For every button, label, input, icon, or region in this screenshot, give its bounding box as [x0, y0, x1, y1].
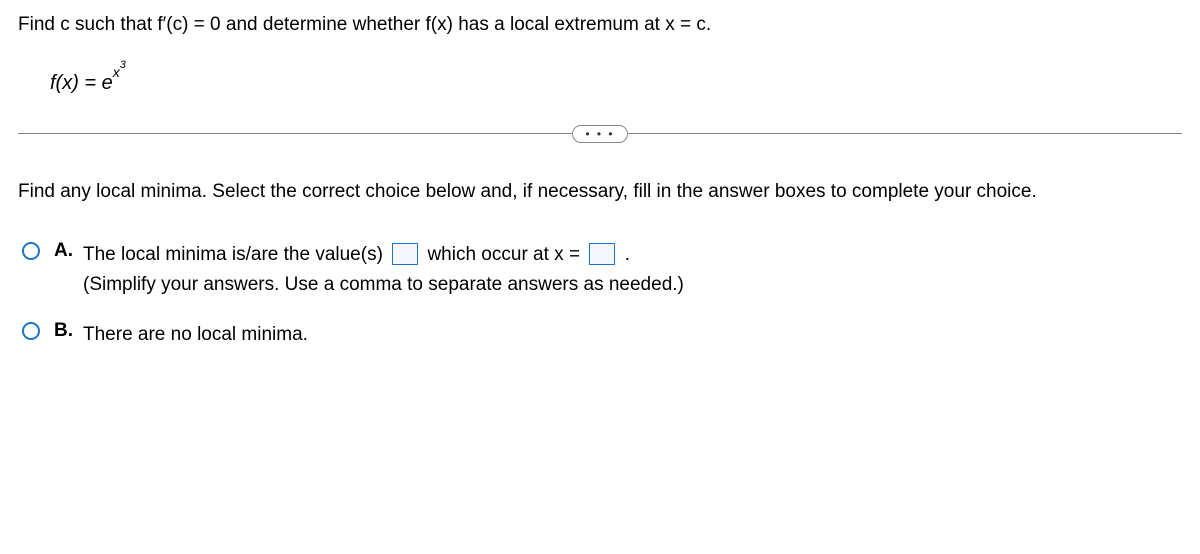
divider-line-right [628, 133, 1182, 134]
divider-line-left [18, 133, 572, 134]
instruction-text: Find any local minima. Select the correc… [18, 179, 1182, 206]
radio-choice-b[interactable] [22, 322, 40, 340]
choice-a-text-2: which occur at x = [427, 244, 585, 265]
formula-exp-var: x [113, 64, 120, 80]
formula-lhs: f(x) = [50, 72, 102, 94]
choice-b-row: B. There are no local minima. [22, 320, 1182, 350]
answer-choices: A. The local minima is/are the value(s) … [22, 240, 1182, 351]
choice-a-text-3: . [625, 244, 630, 265]
choice-b-content: There are no local minima. [83, 320, 308, 350]
expand-button[interactable]: • • • [572, 125, 627, 143]
answer-box-values[interactable] [392, 243, 418, 265]
choice-a-content: The local minima is/are the value(s) whi… [83, 240, 684, 301]
answer-box-x[interactable] [589, 243, 615, 265]
radio-choice-a[interactable] [22, 242, 40, 260]
choice-a-hint: (Simplify your answers. Use a comma to s… [83, 274, 684, 295]
formula-exp-pow: 3 [120, 59, 126, 71]
choice-a-text-1: The local minima is/are the value(s) [83, 244, 388, 265]
question-text: Find c such that f′(c) = 0 and determine… [18, 12, 1182, 39]
section-divider: • • • [18, 125, 1182, 143]
choice-b-text: There are no local minima. [83, 324, 308, 345]
choice-b-label: B. [54, 320, 73, 342]
function-formula: f(x) = ex3 [50, 67, 1182, 95]
choice-a-label: A. [54, 240, 73, 262]
choice-a-row: A. The local minima is/are the value(s) … [22, 240, 1182, 301]
formula-base: e [102, 72, 113, 94]
